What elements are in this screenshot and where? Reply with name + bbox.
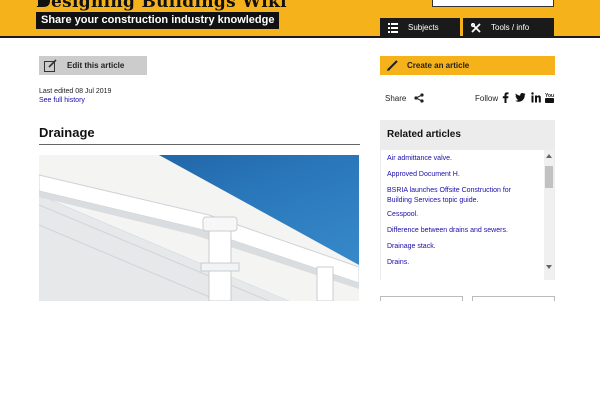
site-tagline: Share your construction industry knowled… (36, 12, 280, 29)
related-article-link[interactable]: BSRIA launches Offsite Construction for … (387, 186, 537, 206)
page-title: Drainage (39, 125, 95, 140)
edit-article-button[interactable]: Edit this article (39, 56, 147, 75)
edit-article-label: Edit this article (67, 61, 125, 70)
related-articles-list[interactable]: Air admittance valve. Approved Document … (381, 150, 544, 395)
article-image (39, 155, 359, 301)
nav-subjects-label: Subjects (408, 23, 439, 32)
related-articles-title: Related articles (387, 129, 461, 140)
share-label: Share (385, 94, 407, 103)
follow-label: Follow (475, 94, 499, 103)
tools-icon (471, 23, 481, 33)
nav-subjects-button[interactable]: Subjects (380, 18, 460, 38)
scroll-thumb[interactable] (545, 166, 553, 188)
last-edited-text: Last edited 08 Jul 2019 (39, 88, 112, 95)
related-article-link[interactable]: Cesspool. (387, 210, 537, 220)
create-article-label: Create an article (407, 61, 470, 70)
youtube-icon[interactable]: You (545, 92, 554, 103)
sidebar-tab-left[interactable] (380, 296, 463, 301)
related-article-link[interactable]: Drains. (387, 258, 537, 268)
related-scrollbar[interactable] (544, 150, 554, 280)
facebook-icon[interactable] (502, 92, 509, 103)
title-divider (39, 144, 360, 145)
related-article-link[interactable]: Difference between drains and sewers. (387, 226, 537, 236)
search-input[interactable] (432, 0, 554, 7)
pencil-icon (387, 60, 398, 71)
site-logo-title[interactable]: Designing Buildings Wiki (36, 0, 287, 12)
gutter-photo (39, 155, 359, 301)
see-full-history-link[interactable]: See full history (39, 97, 85, 104)
list-icon (388, 23, 398, 33)
scroll-down-arrow-icon[interactable] (546, 265, 552, 269)
edit-icon (44, 59, 57, 72)
related-article-link[interactable]: Air admittance valve. (387, 154, 537, 164)
related-articles-panel: Related articles Air admittance valve. A… (380, 120, 555, 395)
linkedin-icon[interactable] (531, 92, 541, 103)
share-icon[interactable] (414, 93, 424, 103)
create-article-button[interactable]: Create an article (380, 56, 555, 75)
nav-tools-label: Tools / info (491, 23, 530, 32)
twitter-icon[interactable] (515, 92, 526, 103)
site-header: Designing Buildings Wiki Share your cons… (0, 0, 600, 38)
related-article-link[interactable]: Approved Document H. (387, 170, 537, 180)
sidebar-tab-right[interactable] (472, 296, 555, 301)
scroll-up-arrow-icon[interactable] (546, 154, 552, 158)
nav-tools-button[interactable]: Tools / info (463, 18, 554, 38)
related-article-link[interactable]: Drainage stack. (387, 242, 537, 252)
